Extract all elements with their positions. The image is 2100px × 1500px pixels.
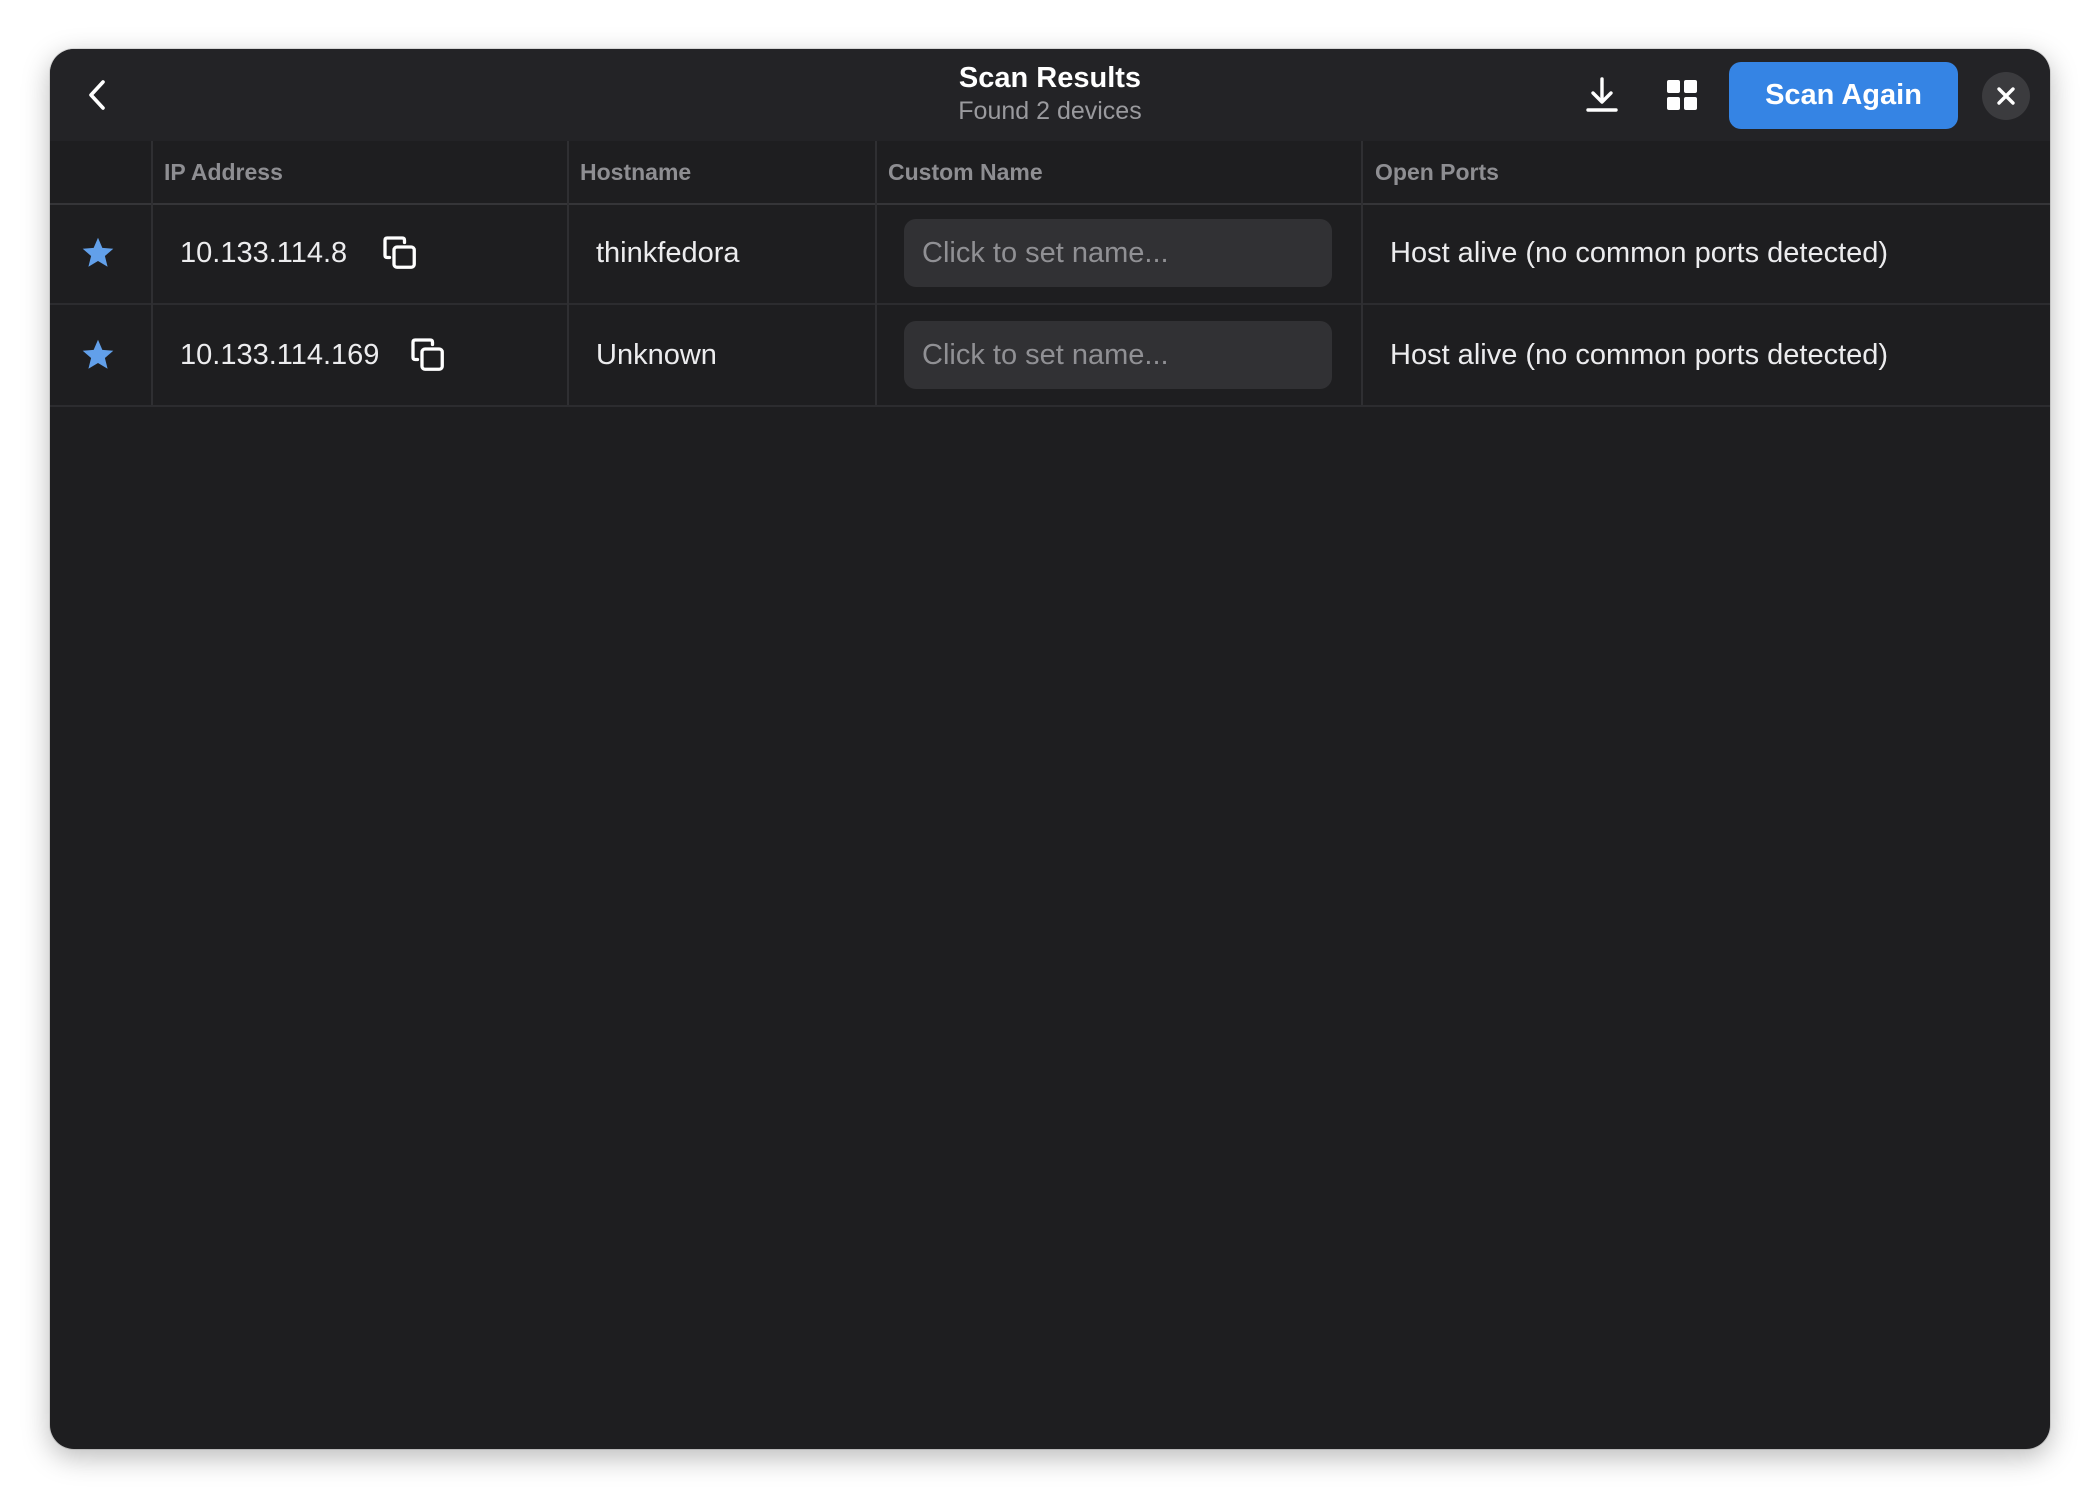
download-icon — [1586, 77, 1618, 112]
star-icon[interactable] — [80, 235, 116, 271]
scan-results-window: Scan Results Found 2 devices Scan Again — [50, 49, 2050, 1449]
grid-view-button[interactable] — [1654, 67, 1710, 123]
close-button[interactable] — [1982, 72, 2030, 120]
chevron-left-icon — [89, 80, 105, 110]
open-ports-cell: Host alive (no common ports detected) — [1390, 339, 1889, 371]
grid-view-icon — [1667, 80, 1697, 110]
table-row[interactable]: 10.133.114.169 Unknown Host alive (no co… — [50, 305, 2050, 407]
hostname-cell: thinkfedora — [596, 237, 740, 269]
copy-icon[interactable] — [410, 337, 446, 373]
scan-again-button[interactable]: Scan Again — [1729, 62, 1958, 129]
column-divider — [151, 141, 153, 405]
column-header-custom-name[interactable]: Custom Name — [888, 141, 1043, 203]
column-header-open-ports[interactable]: Open Ports — [1375, 141, 1499, 203]
table-row[interactable]: 10.133.114.8 thinkfedora Host alive (no … — [50, 203, 2050, 305]
column-header-ip[interactable]: IP Address — [164, 141, 283, 203]
open-ports-cell: Host alive (no common ports detected) — [1390, 237, 1889, 269]
ip-address-cell: 10.133.114.169 — [180, 339, 380, 371]
custom-name-input[interactable] — [904, 219, 1332, 287]
column-divider — [875, 141, 877, 405]
close-icon — [1997, 87, 2015, 105]
column-divider — [567, 141, 569, 405]
ip-address-cell: 10.133.114.8 — [180, 237, 348, 269]
download-button[interactable] — [1574, 67, 1630, 123]
column-header-hostname[interactable]: Hostname — [580, 141, 691, 203]
table-header: IP Address Hostname Custom Name Open Por… — [50, 141, 2050, 205]
header-bar: Scan Results Found 2 devices Scan Again — [50, 49, 2050, 141]
hostname-cell: Unknown — [596, 339, 717, 371]
column-divider — [1361, 141, 1363, 405]
custom-name-input[interactable] — [904, 321, 1332, 389]
star-icon[interactable] — [80, 337, 116, 373]
copy-icon[interactable] — [382, 235, 418, 271]
back-button[interactable] — [74, 69, 122, 121]
